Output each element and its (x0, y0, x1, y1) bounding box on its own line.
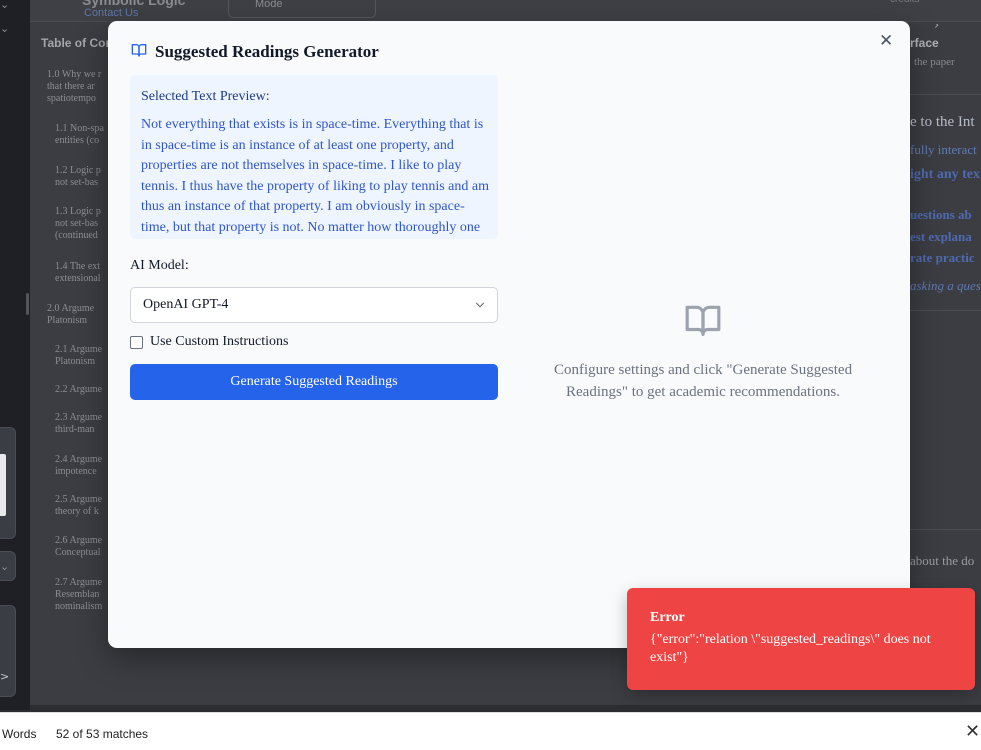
rail-card[interactable] (0, 427, 16, 539)
toc-item[interactable]: 2.6 Argume (55, 535, 102, 547)
intro-line: uestions ab (910, 207, 972, 222)
toc-item[interactable]: Conceptual (55, 547, 101, 559)
toc-item[interactable]: entities (co (55, 135, 99, 147)
custom-instructions-label[interactable]: Use Custom Instructions (150, 334, 288, 350)
preview-text: Not everything that exists is in space-t… (141, 117, 489, 235)
intro-line: rate practic (910, 250, 975, 265)
credits-label: credits (890, 0, 919, 5)
toc-item[interactable]: 1.0 Why we r (47, 69, 101, 81)
rail-card-thumb (0, 454, 6, 516)
toast-title: Error (650, 610, 685, 625)
toc-item[interactable]: that there ar (47, 81, 95, 93)
toc-item[interactable]: Platonism (47, 315, 87, 327)
close-icon[interactable]: ✕ (965, 722, 981, 742)
toc-item[interactable]: not set-bas (55, 218, 98, 230)
contact-link[interactable]: Contact Us (84, 7, 138, 19)
divider (910, 310, 981, 311)
toc-item[interactable]: not set-bas (55, 177, 98, 189)
mode-selector[interactable]: Mode (228, 0, 376, 18)
welcome-text: e to the Int (910, 114, 975, 130)
chevron-down-icon[interactable]: ⌄ (0, 0, 10, 11)
toast-message: {"error":"relation \"suggested_readings\… (650, 632, 931, 665)
toc-item[interactable]: 1.3 Logic p (55, 206, 101, 218)
toc-item[interactable]: 2.4 Argume (55, 454, 102, 466)
toc-item[interactable]: 1.2 Logic p (55, 165, 101, 177)
toc-item[interactable]: Platonism (55, 356, 95, 368)
divider (910, 94, 981, 95)
ai-model-label: AI Model: (130, 258, 189, 273)
panel-title: rface (910, 36, 939, 50)
modal-title: Suggested Readings Generator (155, 42, 379, 61)
find-bar: Words 52 of 53 matches ✕ (0, 712, 981, 750)
toc-item[interactable]: 1.1 Non-spa (55, 123, 104, 135)
generate-button[interactable]: Generate Suggested Readings (130, 364, 498, 400)
intro-line: ight any tex (910, 167, 980, 182)
chevron-down-icon[interactable]: ⌄ (0, 22, 10, 35)
selected-text-preview[interactable]: Selected Text Preview: Not everything th… (130, 75, 498, 239)
left-rail: ⌄ ⌄ ⌄ > (0, 0, 30, 710)
preview-label: Selected Text Preview: (141, 89, 270, 104)
empty-state-text: Configure settings and click "Generate S… (553, 362, 853, 400)
chevron-down-icon: ⌄ (0, 560, 10, 573)
toc-item[interactable]: 2.1 Argume (55, 344, 102, 356)
ai-model-value: OpenAI GPT-4 (143, 297, 229, 312)
mode-label: Mode (255, 0, 283, 10)
match-count: 52 of 53 matches (56, 727, 149, 741)
toc-item[interactable]: 2.5 Argume (55, 494, 102, 506)
resize-handle[interactable] (26, 293, 29, 315)
chevron-down-icon (475, 302, 485, 308)
toc-item[interactable]: 2.3 Argume (55, 412, 102, 424)
custom-instructions-checkbox[interactable] (130, 336, 143, 349)
error-toast[interactable]: Error {"error":"relation \"suggested_rea… (627, 588, 975, 690)
ai-model-select[interactable]: OpenAI GPT-4 (130, 287, 498, 323)
suggested-readings-modal: Suggested Readings Generator ✕ Selected … (108, 21, 910, 648)
book-open-icon (131, 44, 147, 57)
intro-line: fully interact (910, 142, 977, 157)
rail-dropdown[interactable]: ⌄ (0, 551, 16, 581)
toc-item[interactable]: 1.4 The ext (55, 261, 100, 273)
rail-panel[interactable]: > (0, 605, 16, 697)
top-bar: Symbolic Logic Contact Us Mode credits (30, 0, 981, 22)
panel-subtitle: the paper (914, 56, 955, 68)
intro-line: est explana (910, 229, 972, 244)
toc-item[interactable]: 2.7 Argume (55, 577, 102, 589)
chat-panel: › rface the paper e to the Int fully int… (910, 24, 981, 624)
find-mode-label[interactable]: Words (2, 727, 36, 741)
toc-item[interactable]: nominalism (55, 601, 102, 613)
close-icon[interactable]: ✕ (879, 32, 895, 50)
send-icon[interactable]: > (0, 670, 10, 683)
toc-item[interactable]: theory of k (55, 506, 99, 518)
intro-line: asking a ques (910, 278, 981, 293)
chevron-right-icon[interactable]: › (934, 24, 939, 33)
toc-item[interactable]: 2.0 Argume (47, 303, 94, 315)
toc-item[interactable]: extensional (55, 273, 101, 285)
toc-item[interactable]: Resemblan (55, 589, 99, 601)
toc-item[interactable]: spatiotempo (47, 93, 96, 105)
book-open-icon (685, 305, 721, 336)
toc-item[interactable]: 2.2 Argume (55, 384, 102, 396)
toc-item[interactable]: third-man (55, 424, 94, 436)
divider (910, 529, 981, 530)
toc-item[interactable]: impotence (55, 466, 97, 478)
toc-item[interactable]: (continued (55, 230, 98, 242)
chat-input-placeholder[interactable]: about the do (910, 553, 974, 569)
